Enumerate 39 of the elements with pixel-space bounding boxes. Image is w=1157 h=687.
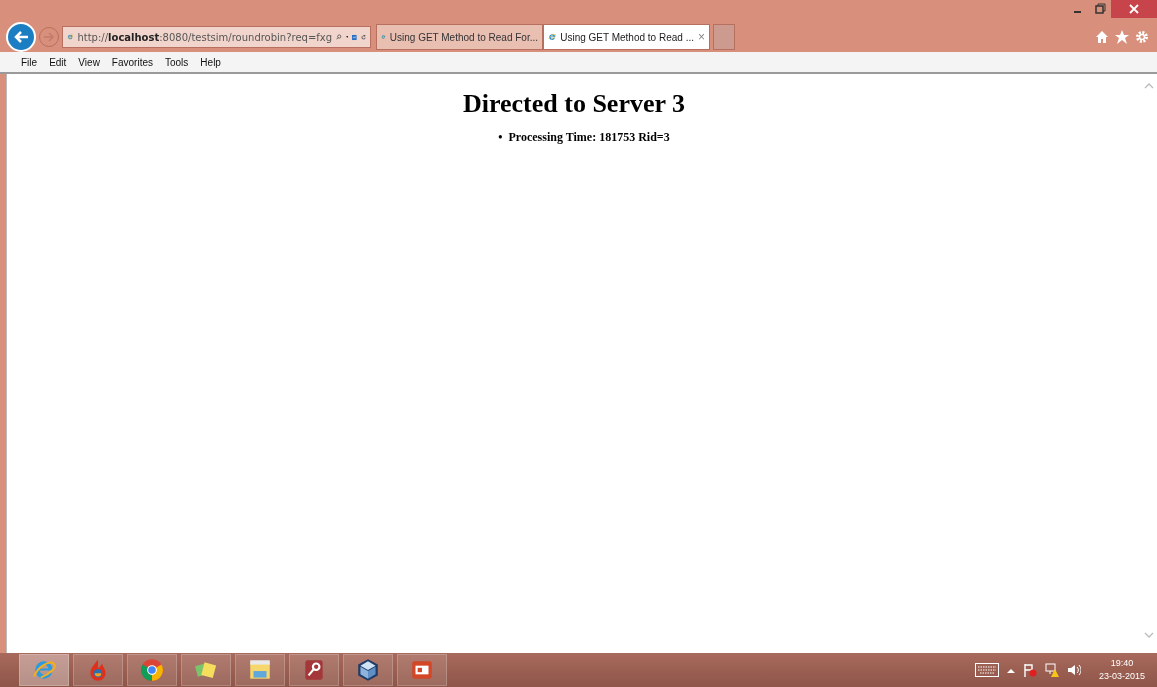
- scroll-down-icon[interactable]: [1144, 632, 1154, 639]
- close-tab-button[interactable]: ×: [698, 30, 705, 44]
- menu-item[interactable]: View: [72, 56, 106, 68]
- address-bar[interactable]: http://localhost:8080/testsim/roundrobin?req=fxg: [62, 26, 371, 48]
- settings-icon[interactable]: [1135, 30, 1149, 44]
- taskbar-button[interactable]: [235, 654, 285, 686]
- page-heading: Directed to Server 3: [462, 89, 686, 119]
- speaker-icon[interactable]: [1066, 664, 1081, 676]
- tab-title: Using GET Method to Read For...: [389, 31, 538, 43]
- taskbar-button[interactable]: [397, 654, 447, 686]
- tab-title: Using GET Method to Read ...: [560, 31, 694, 43]
- list-item: Processing Time: 181753 Rid=3: [508, 129, 670, 145]
- url-text: http://localhost:8080/testsim/roundrobin?req=fxg: [77, 31, 333, 43]
- taskbar-button[interactable]: [343, 654, 393, 686]
- scroll-up-icon[interactable]: [1144, 82, 1154, 89]
- arrow-icon: [13, 30, 29, 44]
- clock-date: 23-03-2015: [1098, 670, 1145, 683]
- clock-time: 19:40: [1110, 657, 1134, 670]
- chrome-icon: [139, 657, 165, 683]
- menu-item[interactable]: Help: [194, 56, 227, 68]
- keyboard-icon[interactable]: [974, 663, 999, 677]
- menu-item[interactable]: Favorites: [105, 56, 159, 68]
- close-icon[interactable]: [1111, 0, 1157, 18]
- home-icon[interactable]: [1095, 30, 1109, 44]
- back-button[interactable]: [6, 22, 36, 52]
- star-icon[interactable]: [1115, 30, 1129, 44]
- caret-icon[interactable]: [345, 35, 349, 39]
- flag-icon[interactable]: [1022, 663, 1037, 677]
- browser-tab[interactable]: Using GET Method to Read ... ×: [543, 24, 710, 50]
- caret-icon[interactable]: [1006, 667, 1015, 673]
- browser-tab[interactable]: Using GET Method to Read For...: [376, 24, 543, 50]
- menu-item[interactable]: Tools: [159, 56, 195, 68]
- cube-icon: [355, 657, 381, 683]
- taskbar-button[interactable]: [289, 654, 339, 686]
- menu-item[interactable]: File: [15, 56, 44, 68]
- menu-item[interactable]: Edit: [43, 56, 73, 68]
- bullet: •: [498, 129, 503, 145]
- arrow-icon: [43, 32, 55, 42]
- network-icon[interactable]: [1044, 663, 1059, 677]
